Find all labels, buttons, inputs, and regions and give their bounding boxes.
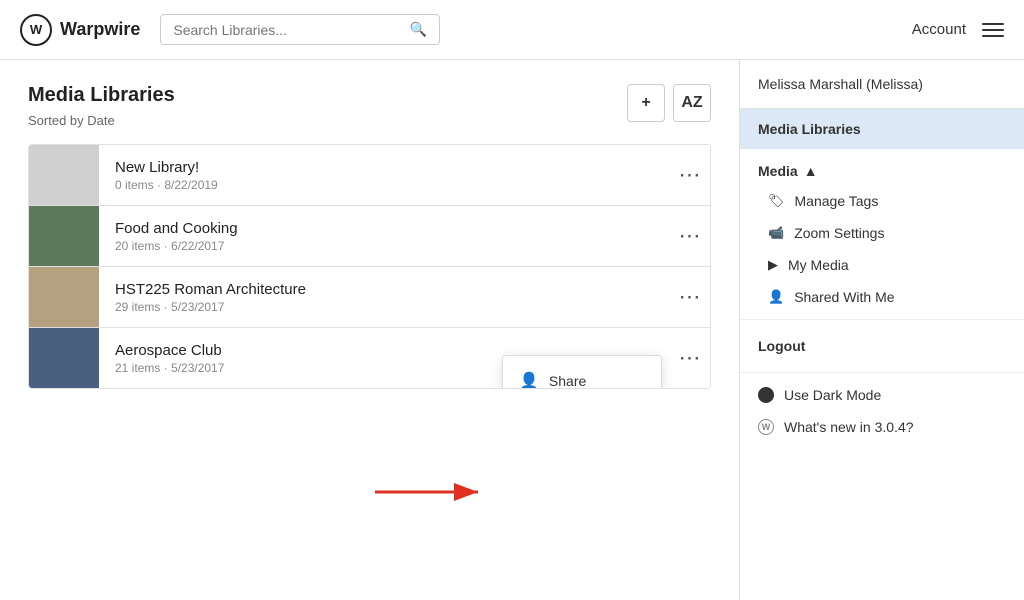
library-thumbnail — [29, 267, 99, 327]
sidebar-divider-2 — [740, 372, 1024, 373]
header-right: Account — [912, 21, 1004, 38]
sidebar-footer-whats-new[interactable]: W What's new in 3.0.4? — [740, 411, 1024, 443]
dark-mode-label: Use Dark Mode — [784, 387, 881, 403]
library-meta: 20 items · 6/22/2017 — [115, 239, 654, 253]
add-library-button[interactable]: + — [627, 84, 665, 122]
toolbar: + AZ — [627, 84, 711, 122]
library-name: New Library! — [115, 159, 654, 176]
context-menu: 👤Share📊Analytics⚙️Settings — [502, 355, 662, 389]
library-menu-button[interactable]: ⋯ — [670, 145, 710, 205]
sidebar-footer-dark-mode[interactable]: Use Dark Mode — [740, 379, 1024, 411]
library-name: Food and Cooking — [115, 220, 654, 237]
warpwire-icon: W — [758, 419, 774, 435]
library-item: HST225 Roman Architecture 29 items · 5/23… — [29, 267, 710, 328]
sidebar-menu-label: Manage Tags — [795, 193, 879, 209]
library-menu-button[interactable]: ⋯ — [670, 267, 710, 327]
whats-new-label: What's new in 3.0.4? — [784, 419, 914, 435]
ellipsis-icon: ⋯ — [679, 162, 702, 188]
hamburger-menu[interactable] — [982, 23, 1004, 37]
logo-icon: W — [20, 14, 52, 46]
sidebar-menu-label: Shared With Me — [794, 289, 894, 305]
library-menu-button[interactable]: ⋯ — [670, 206, 710, 266]
logo-area: W Warpwire — [20, 14, 140, 46]
tag-icon: 🏷 — [768, 193, 785, 209]
ellipsis-icon: ⋯ — [679, 345, 702, 371]
sidebar-media-section[interactable]: Media ▲ — [740, 149, 1024, 185]
logo-name: Warpwire — [60, 19, 140, 40]
main-layout: Media Libraries Sorted by Date + AZ New … — [0, 60, 1024, 600]
sidebar-item-zoom-settings[interactable]: 📹 Zoom Settings — [740, 217, 1024, 249]
context-menu-item-share[interactable]: 👤 Share — [503, 362, 661, 389]
search-bar[interactable]: 🔍 — [160, 14, 440, 45]
page-title: Media Libraries — [28, 84, 711, 107]
person-icon: 👤 — [768, 289, 784, 305]
library-list: New Library!0 items · 8/22/2019⋯Food and… — [28, 144, 711, 389]
ellipsis-icon: ⋯ — [679, 284, 702, 310]
library-thumbnail — [29, 328, 99, 388]
account-link[interactable]: Account — [912, 21, 966, 38]
library-name: HST225 Roman Architecture — [115, 281, 654, 298]
search-input[interactable] — [173, 22, 410, 38]
video-icon: 📹 — [768, 225, 784, 241]
library-thumbnail — [29, 206, 99, 266]
library-item: New Library! 0 items · 8/22/2019 ⋯ — [29, 145, 710, 206]
sidebar-menu-label: Zoom Settings — [794, 225, 884, 241]
header: W Warpwire 🔍 Account — [0, 0, 1024, 60]
play-icon: ▶ — [768, 257, 778, 273]
arrow-indicator — [370, 477, 490, 512]
ellipsis-icon: ⋯ — [679, 223, 702, 249]
library-thumbnail — [29, 145, 99, 205]
context-menu-label: Share — [549, 373, 586, 389]
library-meta: 29 items · 5/23/2017 — [115, 300, 654, 314]
sidebar-menu-label: My Media — [788, 257, 849, 273]
sidebar-item-shared-with-me[interactable]: 👤 Shared With Me — [740, 281, 1024, 313]
library-item: Aerospace Club21 items · 5/23/2017⋯👤Shar… — [29, 328, 710, 388]
search-icon: 🔍 — [410, 21, 427, 38]
sort-label: Sorted by Date — [28, 113, 711, 128]
content-area: Media Libraries Sorted by Date + AZ New … — [0, 60, 739, 600]
logout-button[interactable]: Logout — [740, 326, 1024, 366]
sidebar-item-manage-tags[interactable]: 🏷 Manage Tags — [740, 185, 1024, 217]
sidebar: Melissa Marshall (Melissa) Media Librari… — [739, 60, 1024, 600]
library-info: Food and Cooking 20 items · 6/22/2017 — [99, 220, 670, 253]
library-info: New Library! 0 items · 8/22/2019 — [99, 159, 670, 192]
sidebar-item-media-libraries[interactable]: Media Libraries — [740, 109, 1024, 149]
sidebar-user: Melissa Marshall (Melissa) — [740, 60, 1024, 109]
dark-mode-icon — [758, 387, 774, 403]
chevron-up-icon: ▲ — [804, 163, 818, 179]
library-item: Food and Cooking 20 items · 6/22/2017 ⋯ — [29, 206, 710, 267]
sidebar-menu: 🏷 Manage Tags 📹 Zoom Settings ▶ My Media👤 Shar… — [740, 185, 1024, 313]
library-meta: 0 items · 8/22/2019 — [115, 178, 654, 192]
red-arrow-svg — [370, 477, 490, 507]
sidebar-item-my-media[interactable]: ▶ My Media — [740, 249, 1024, 281]
sidebar-divider — [740, 319, 1024, 320]
library-info: HST225 Roman Architecture 29 items · 5/23… — [99, 281, 670, 314]
share-icon: 👤 — [519, 371, 539, 389]
library-menu-button[interactable]: ⋯ — [670, 328, 710, 388]
sort-button[interactable]: AZ — [673, 84, 711, 122]
sidebar-footer: Use Dark Mode W What's new in 3.0.4? — [740, 379, 1024, 443]
